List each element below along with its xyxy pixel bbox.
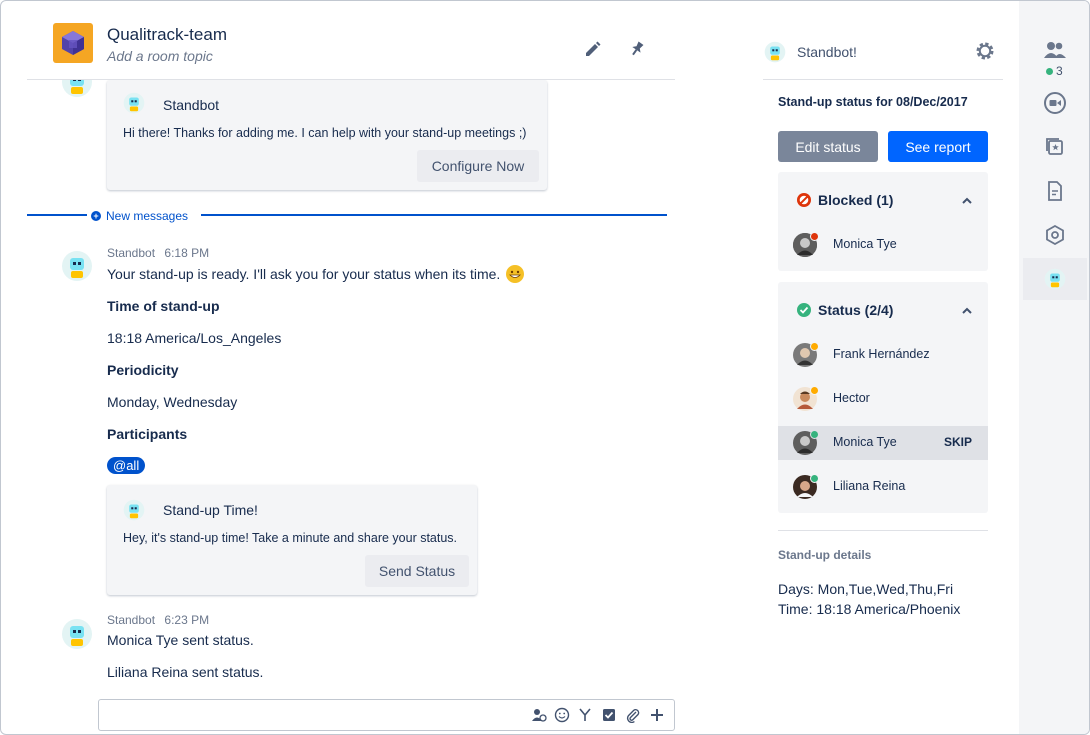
gear-icon[interactable] <box>974 40 996 62</box>
room-sidebar <box>1019 1 1089 734</box>
message-composer[interactable] <box>98 699 675 731</box>
new-messages-icon: + <box>91 211 101 221</box>
room-logo <box>53 23 93 63</box>
person-name: Hector <box>833 391 870 405</box>
details-heading: Stand-up details <box>778 548 872 562</box>
card-title: Stand-up Time! <box>163 502 258 518</box>
details-divider <box>778 530 988 531</box>
standup-time-value: 18:18 America/Los_Angeles <box>107 330 282 346</box>
standbot-icon <box>123 92 145 114</box>
details-time: Time: 18:18 America/Phoenix <box>778 601 961 617</box>
emoji-icon[interactable] <box>554 707 570 723</box>
file-icon[interactable] <box>1023 170 1087 212</box>
skip-tag[interactable]: SKIP <box>944 435 972 449</box>
message-meta: Standbot 6:23 PM <box>107 613 209 627</box>
new-messages-marker: + New messages <box>91 209 188 223</box>
card-bot-name: Standbot <box>163 97 220 113</box>
message-text: Monica Tye sent status. <box>107 632 254 648</box>
grin-emoji-icon <box>506 265 525 283</box>
message-author[interactable]: Standbot <box>107 246 155 260</box>
online-dot <box>1046 67 1053 75</box>
person-name: Monica Tye <box>833 237 897 251</box>
room-topic[interactable]: Add a room topic <box>107 48 213 64</box>
blocked-label: Blocked (1) <box>818 192 894 208</box>
room-cube-icon <box>62 31 84 55</box>
standup-card: Stand-up Time! Hey, it's stand-up time! … <box>107 485 477 595</box>
edit-status-button[interactable]: Edit status <box>778 131 878 162</box>
chevron-up-icon[interactable] <box>960 194 974 208</box>
merge-icon[interactable] <box>577 707 593 723</box>
standup-status-date: Stand-up status for 08/Dec/2017 <box>778 95 968 109</box>
status-person[interactable]: Hector <box>778 382 988 416</box>
new-messages-line-right <box>201 214 667 216</box>
mention-all[interactable]: @all <box>107 457 146 474</box>
periodicity-value: Monday, Wednesday <box>107 394 238 410</box>
pencil-icon[interactable] <box>583 39 603 59</box>
pending-badge <box>810 342 819 351</box>
message-time: 6:18 PM <box>164 246 210 260</box>
video-icon[interactable] <box>1023 82 1087 124</box>
standbot-avatar <box>61 80 93 98</box>
message-meta: Standbot 6:18 PM <box>107 246 209 260</box>
details-days: Days: Mon,Tue,Wed,Thu,Fri <box>778 581 954 597</box>
heading-participants: Participants <box>107 426 188 442</box>
heading-periodicity: Periodicity <box>107 362 179 378</box>
person-name: Liliana Reina <box>833 479 906 493</box>
standbot-icon <box>123 499 145 521</box>
plus-icon[interactable] <box>649 707 665 723</box>
blocked-header[interactable]: Blocked (1) <box>796 192 893 208</box>
new-messages-line-left <box>27 214 87 216</box>
standbot-avatar <box>61 250 93 282</box>
pin-icon[interactable] <box>627 39 647 59</box>
standbot-icon <box>1044 268 1066 290</box>
done-badge <box>810 474 819 483</box>
participants-count-value: 3 <box>1056 64 1063 78</box>
message-text: Your stand-up is ready. I'll ask you for… <box>107 265 525 283</box>
room-title: Qualitrack-team <box>107 25 227 44</box>
message-text: Liliana Reina sent status. <box>107 664 264 680</box>
intro-card: Standbot Hi there! Thanks for adding me.… <box>107 80 547 190</box>
status-header[interactable]: Status (2/4) <box>796 302 893 318</box>
blocked-panel: Blocked (1) Monica Tye <box>778 172 988 271</box>
status-person[interactable]: Liliana Reina <box>778 470 988 504</box>
starred-icon[interactable] <box>1023 126 1087 168</box>
pending-badge <box>810 386 819 395</box>
attachment-icon[interactable] <box>625 707 641 723</box>
right-panel-title: Standbot! <box>797 44 857 60</box>
status-panel: Status (2/4) Frank Hernández Hector Moni… <box>778 282 988 513</box>
person-name: Frank Hernández <box>833 347 930 361</box>
see-report-button[interactable]: See report <box>888 131 988 162</box>
blocked-badge <box>810 232 819 241</box>
done-badge <box>810 430 819 439</box>
participants-count: 3 <box>1046 64 1063 78</box>
checkbox-icon[interactable] <box>601 707 617 723</box>
person-name: Monica Tye <box>833 435 897 449</box>
configure-now-button[interactable]: Configure Now <box>417 150 539 182</box>
message-author[interactable]: Standbot <box>107 613 155 627</box>
card-text: Hi there! Thanks for adding me. I can he… <box>123 126 527 140</box>
app-window: Qualitrack-team Add a room topic Standbo… <box>0 0 1090 735</box>
card-text: Hey, it's stand-up time! Take a minute a… <box>123 531 458 545</box>
heading-time-of-standup: Time of stand-up <box>107 298 220 314</box>
new-messages-label: New messages <box>106 209 189 223</box>
integrations-icon[interactable] <box>1023 214 1087 256</box>
status-person-selected[interactable]: Monica Tye SKIP <box>778 426 988 460</box>
message-time: 6:23 PM <box>164 613 210 627</box>
check-circle-icon <box>797 303 811 317</box>
standbot-sidebar-item[interactable] <box>1023 258 1087 300</box>
mention-icon[interactable] <box>531 707 547 723</box>
status-label: Status (2/4) <box>818 302 894 318</box>
message-text-body: Your stand-up is ready. I'll ask you for… <box>107 266 501 282</box>
right-panel-divider <box>763 79 1003 80</box>
status-person[interactable]: Frank Hernández <box>778 338 988 372</box>
standbot-icon <box>764 41 786 63</box>
standbot-avatar <box>61 618 93 650</box>
send-status-button[interactable]: Send Status <box>365 555 469 587</box>
chat-timeline[interactable]: Standbot Hi there! Thanks for adding me.… <box>1 80 701 696</box>
blocked-icon <box>797 193 811 207</box>
chevron-up-icon[interactable] <box>960 304 974 318</box>
blocked-person[interactable]: Monica Tye <box>778 228 988 262</box>
